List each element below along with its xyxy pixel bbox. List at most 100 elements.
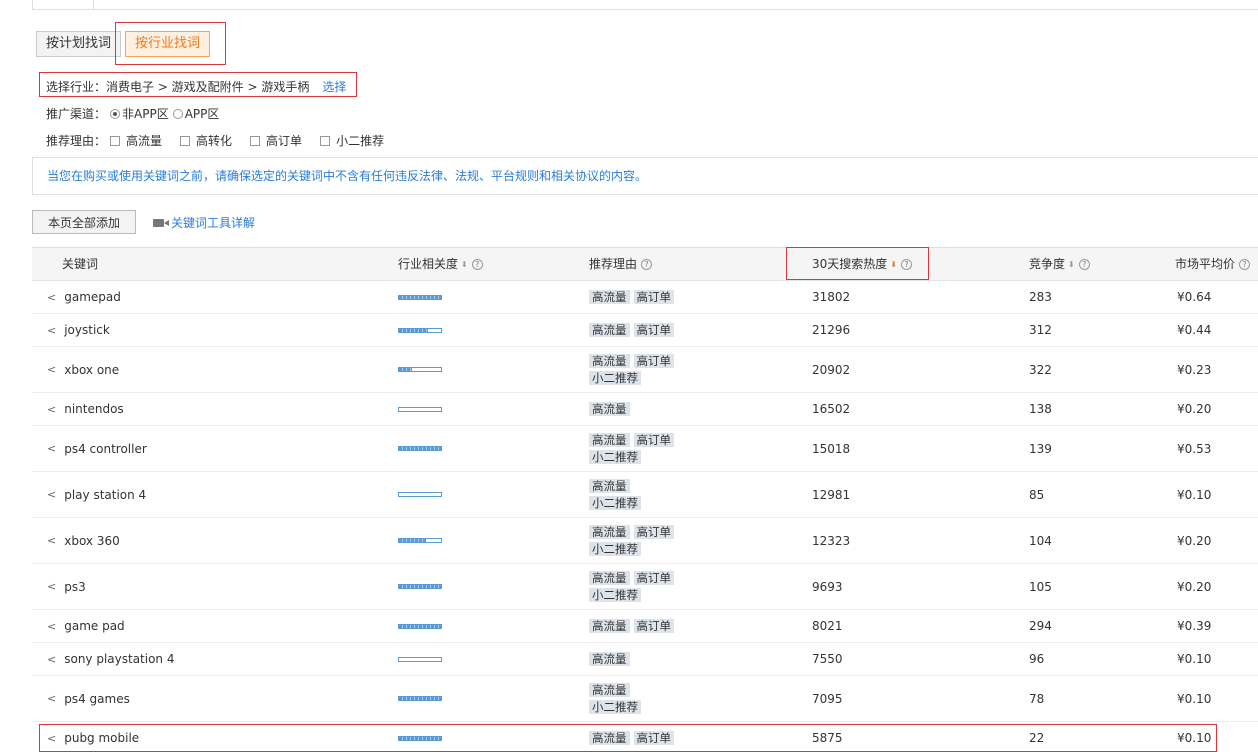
add-all-button[interactable]: 本页全部添加 [32, 210, 136, 234]
keyword-text: game pad [64, 619, 125, 633]
heat-cell: 7550 [812, 652, 843, 666]
reason-tag: 高流量 [589, 479, 630, 493]
keyword-cell: < ps4 controller [47, 426, 147, 471]
checkbox-high-traffic[interactable] [110, 135, 121, 146]
checkbox-high-order[interactable] [250, 135, 261, 146]
heat-cell: 15018 [812, 441, 851, 456]
add-chevron-icon[interactable]: < [47, 291, 56, 304]
highlight-box-pubg-row [39, 724, 1217, 752]
channel-label: 推广渠道： [46, 107, 107, 121]
keyword-text: ps4 controller [64, 441, 147, 456]
relevance-cell [398, 676, 442, 721]
reason-tag: 高流量 [589, 525, 630, 539]
reason-tag: 高流量 [589, 290, 630, 304]
header-relevance[interactable]: 行业相关度 ⬇ ? [398, 248, 483, 281]
add-chevron-icon[interactable]: < [47, 620, 56, 633]
add-chevron-icon[interactable]: < [47, 580, 56, 593]
price-cell: ¥0.10 [1177, 652, 1212, 666]
keyword-table: 关键词 行业相关度 ⬇ ? 推荐理由 ? 30天搜索热度 ⬇ ? 竞争度 ⬇ ?… [32, 247, 1258, 752]
checkbox-staff-pick[interactable] [320, 135, 331, 146]
heat-cell: 16502 [812, 402, 851, 416]
help-icon[interactable]: ? [1239, 259, 1251, 270]
reason-cell: 高流量 高订单 [589, 314, 689, 346]
reason-tag: 小二推荐 [589, 700, 641, 714]
checkbox-high-conversion[interactable] [180, 135, 191, 146]
relevance-bar [398, 696, 442, 701]
add-chevron-icon[interactable]: < [47, 653, 56, 666]
add-chevron-icon[interactable]: < [47, 403, 56, 416]
reason-tag: 高订单 [633, 619, 674, 633]
header-keyword-label: 关键词 [62, 257, 99, 271]
add-chevron-icon[interactable]: < [47, 692, 56, 705]
radio-app[interactable] [172, 108, 183, 119]
top-divider [94, 9, 1258, 10]
header-reason: 推荐理由 ? [589, 248, 653, 281]
keyword-text: ps4 games [64, 691, 130, 706]
keyword-text: xbox one [64, 362, 120, 377]
table-row: < xbox 360 高流量 高订单 小二推荐 12323 104 ¥0.20 [32, 518, 1258, 564]
competition-cell: 283 [1029, 290, 1052, 304]
relevance-bar [398, 492, 442, 497]
radio-non-app[interactable] [110, 108, 121, 119]
add-chevron-icon[interactable]: < [47, 324, 56, 337]
competition-cell: 78 [1029, 691, 1045, 706]
table-row: < gamepad 高流量 高订单 31802 283 ¥0.64 [32, 281, 1258, 314]
help-icon[interactable]: ? [471, 259, 483, 270]
table-row: < ps4 games 高流量 小二推荐 7095 78 ¥0.10 [32, 676, 1258, 722]
checkbox-staff-pick-label: 小二推荐 [336, 134, 385, 148]
reason-cell: 高流量 高订单 [589, 281, 689, 313]
price-cell: ¥0.44 [1177, 323, 1212, 337]
reason-cell: 高流量 高订单 小二推荐 [589, 347, 689, 392]
relevance-bar [398, 367, 442, 372]
competition-cell: 85 [1029, 487, 1045, 502]
reason-tag: 高订单 [633, 433, 674, 447]
add-chevron-icon[interactable]: < [47, 363, 56, 376]
reason-tags: 高流量 高订单 [589, 323, 689, 337]
reason-row: 推荐理由： 高流量 高转化 高订单 小二推荐 [46, 132, 384, 149]
reason-tag: 小二推荐 [589, 496, 641, 510]
keyword-cell: < gamepad [47, 281, 121, 313]
compliance-notice: 当您在购买或使用关键词之前，请确保选定的关键词中不含有任何违反法律、法规、平台规… [32, 157, 1258, 195]
sort-arrow-icon[interactable]: ⬇ [1068, 248, 1075, 281]
relevance-cell [398, 518, 442, 563]
keyword-text: ps3 [64, 579, 86, 594]
help-icon[interactable]: ? [1078, 259, 1090, 270]
by-plan-button[interactable]: 按计划找词 [36, 31, 122, 57]
header-price-label: 市场平均价 [1175, 257, 1236, 271]
relevance-cell [398, 472, 442, 517]
reason-label: 推荐理由： [46, 134, 107, 148]
competition-cell: 96 [1029, 652, 1045, 666]
reason-tags: 高流量 高订单 [589, 290, 689, 304]
keyword-text: joystick [64, 323, 110, 337]
competition-cell: 138 [1029, 402, 1052, 416]
keyword-cell: < ps3 [47, 564, 86, 609]
relevance-bar-fill [399, 585, 441, 588]
checkbox-high-conversion-label: 高转化 [196, 134, 233, 148]
table-row: < game pad 高流量 高订单 8021 294 ¥0.39 [32, 610, 1258, 643]
relevance-cell [398, 610, 442, 642]
reason-cell: 高流量 高订单 小二推荐 [589, 518, 689, 563]
help-icon[interactable]: ? [641, 259, 653, 270]
sort-arrow-icon[interactable]: ⬇ [461, 248, 468, 281]
reason-tag: 高流量 [589, 683, 630, 697]
heat-cell: 21296 [812, 323, 851, 337]
add-chevron-icon[interactable]: < [47, 534, 56, 547]
heat-cell: 12323 [812, 533, 851, 548]
relevance-bar [398, 327, 442, 333]
checkbox-high-order-label: 高订单 [266, 134, 303, 148]
radio-non-app-label: 非APP区 [122, 107, 169, 121]
price-cell: ¥0.20 [1177, 579, 1212, 594]
add-chevron-icon[interactable]: < [47, 442, 56, 455]
relevance-bar-fill [399, 539, 427, 542]
keyword-cell: < nintendos [47, 393, 124, 425]
header-relevance-label: 行业相关度 [398, 257, 459, 271]
top-tab[interactable] [32, 0, 94, 10]
keyword-tool-guide-link[interactable]: 关键词工具详解 [153, 214, 255, 231]
header-competition[interactable]: 竞争度 ⬇ ? [1029, 248, 1090, 281]
price-cell: ¥0.10 [1177, 487, 1212, 502]
table-body: < gamepad 高流量 高订单 31802 283 ¥0.64 < joystick 高流量高… [32, 281, 1258, 752]
reason-tag: 高流量 [589, 323, 630, 337]
keyword-cell: < xbox one [47, 347, 119, 392]
add-chevron-icon[interactable]: < [47, 488, 56, 501]
table-header: 关键词 行业相关度 ⬇ ? 推荐理由 ? 30天搜索热度 ⬇ ? 竞争度 ⬇ ?… [32, 248, 1258, 281]
